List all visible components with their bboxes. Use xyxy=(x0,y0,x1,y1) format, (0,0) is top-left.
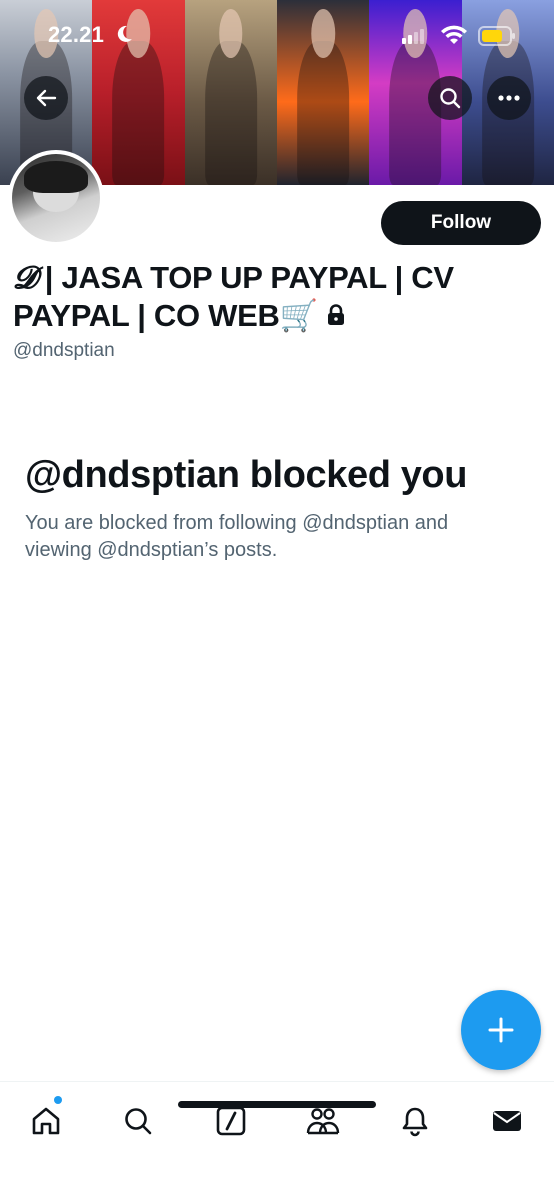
display-name: 𝓓 | JASA TOP UP PAYPAL | CV PAYPAL | CO … xyxy=(13,259,533,334)
follow-button[interactable]: Follow xyxy=(381,201,541,245)
nav-messages[interactable] xyxy=(485,1099,529,1143)
blocked-description: You are blocked from following @dndsptia… xyxy=(25,512,449,561)
status-time: 22.21 xyxy=(48,22,105,47)
grok-icon xyxy=(216,1106,246,1136)
more-options-button[interactable] xyxy=(487,76,531,120)
arrow-left-icon xyxy=(36,89,57,107)
home-indicator[interactable] xyxy=(178,1101,376,1108)
more-icon xyxy=(498,95,520,101)
wifi-icon xyxy=(441,25,467,44)
profile-search-button[interactable] xyxy=(428,76,472,120)
home-icon xyxy=(32,1107,60,1135)
bottom-navigation xyxy=(0,1081,554,1201)
compose-button[interactable] xyxy=(461,990,541,1070)
nav-home[interactable] xyxy=(24,1099,68,1143)
communities-icon xyxy=(306,1108,340,1135)
moon-icon xyxy=(117,25,132,42)
display-name-text: | JASA TOP UP PAYPAL | CV PAYPAL | CO WE… xyxy=(13,260,454,333)
unread-dot xyxy=(54,1096,62,1104)
envelope-icon xyxy=(493,1111,521,1131)
nav-notifications[interactable] xyxy=(393,1099,437,1143)
battery-icon xyxy=(478,26,515,46)
bell-icon xyxy=(402,1107,428,1137)
display-name-initial: 𝓓 xyxy=(13,260,37,296)
plus-icon xyxy=(488,1017,514,1043)
avatar[interactable] xyxy=(8,150,104,246)
search-icon xyxy=(440,88,461,109)
search-icon xyxy=(125,1108,152,1135)
user-handle: @dndsptian xyxy=(13,340,115,361)
lock-icon xyxy=(327,304,344,325)
nav-explore[interactable] xyxy=(116,1099,160,1143)
cellular-signal-icon xyxy=(402,29,424,44)
banner-photo xyxy=(184,0,277,185)
blocked-title: @dndsptian blocked you xyxy=(25,454,468,496)
back-button[interactable] xyxy=(24,76,68,120)
banner-photo xyxy=(276,0,370,185)
banner-photo xyxy=(92,0,185,185)
avatar-image xyxy=(12,154,100,242)
